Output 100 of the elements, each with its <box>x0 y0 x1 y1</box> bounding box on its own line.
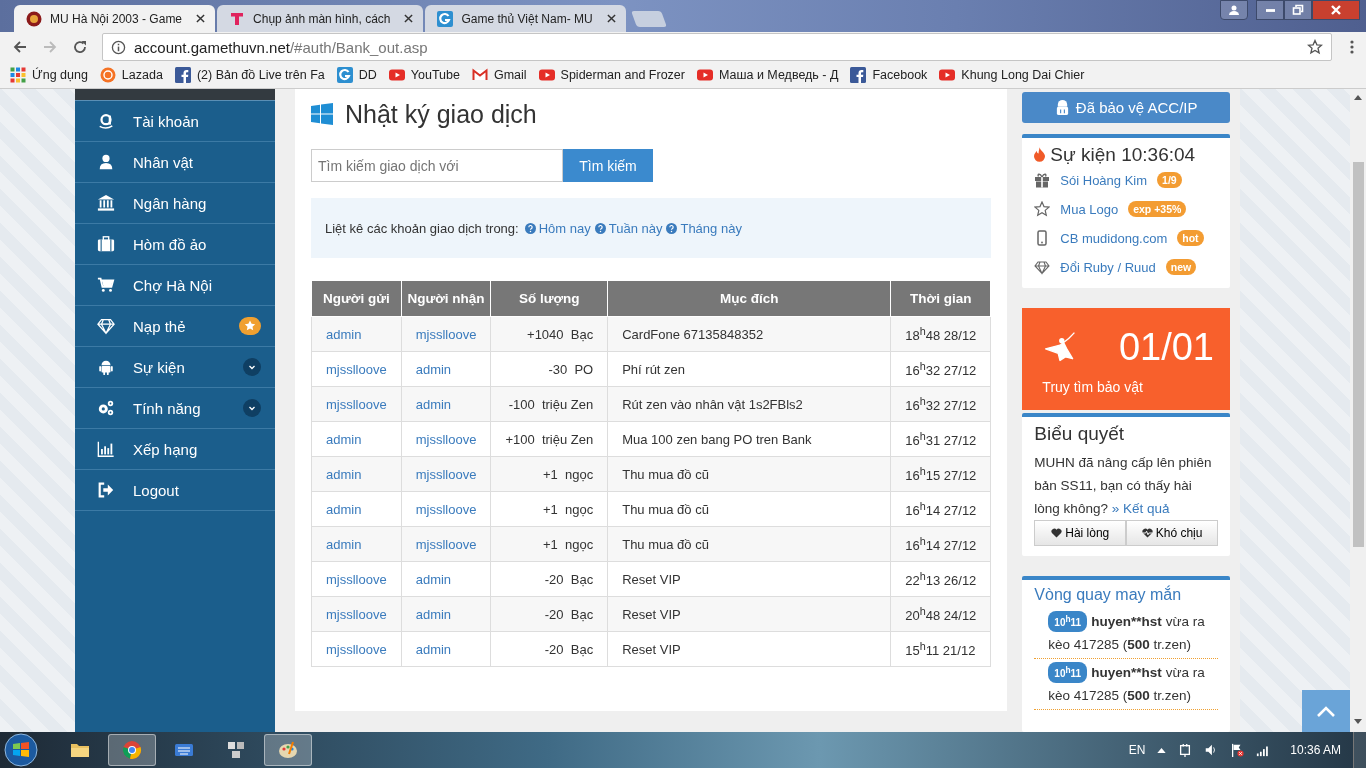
close-icon <box>1330 4 1342 16</box>
address-bar[interactable]: account.gamethuvn.net/#auth/Bank_out.asp <box>102 33 1332 61</box>
language-indicator[interactable]: EN <box>1128 743 1146 757</box>
flag-icon[interactable] <box>1230 743 1245 757</box>
sidebar-item[interactable]: Sự kiện <box>75 347 275 388</box>
table-cell: mjsslloove <box>401 526 491 562</box>
facebook-icon <box>174 67 191 83</box>
period-link[interactable]: Tháng này <box>666 220 742 236</box>
card-title: Vòng quay may mắn <box>1034 586 1183 604</box>
bookmark[interactable]: (2) Bản đồ Live trên Fa <box>174 67 325 83</box>
star-badge-icon <box>239 317 261 335</box>
app-icon <box>226 740 246 760</box>
table-cell: -30 PO <box>490 351 608 387</box>
table-cell: 16$^{h}$32 27/12 <box>890 351 991 387</box>
sidebar-item[interactable]: Nạp thẻ <box>75 306 275 347</box>
search-button[interactable]: Tìm kiếm <box>563 149 653 182</box>
table-cell: mjsslloove <box>311 386 402 422</box>
bookmark[interactable]: DD <box>336 67 377 83</box>
table-cell: Reset VIP <box>607 631 891 667</box>
close-button[interactable] <box>1312 0 1360 20</box>
column-header: Thời gian <box>890 280 991 317</box>
treasure-label: Truy tìm bảo vật <box>1042 378 1144 395</box>
browser-tab[interactable]: Game thủ Việt Nam- MU <box>425 5 626 32</box>
player-name: huyen**hst <box>1091 664 1162 682</box>
start-button[interactable] <box>4 733 38 767</box>
table-cell: -100 triệu Zen <box>490 386 608 422</box>
win-text: vừa ra <box>1165 664 1205 682</box>
bookmark[interactable]: Gmail <box>471 67 527 83</box>
minimize-button[interactable] <box>1256 0 1284 20</box>
up-arrow-icon[interactable] <box>1354 95 1362 100</box>
table-cell: 16$^{h}$14 27/12 <box>890 491 991 527</box>
sidebar-item[interactable]: Chợ Hà Nội <box>75 265 275 306</box>
period-link[interactable]: Hôm nay <box>524 220 591 236</box>
close-icon[interactable] <box>404 14 414 23</box>
star-icon <box>1034 201 1051 218</box>
mail-icon <box>471 67 488 83</box>
down-arrow-icon[interactable] <box>1354 719 1362 724</box>
caret-icon[interactable] <box>1157 747 1167 753</box>
back-icon[interactable] <box>12 39 28 55</box>
table-cell: mjsslloove <box>401 421 491 457</box>
sidebar-item[interactable]: Xếp hạng <box>75 429 275 470</box>
logo-icon <box>229 10 246 27</box>
heart-icon <box>1051 528 1063 538</box>
event-badge: new <box>1165 259 1197 276</box>
table-cell: mjsslloove <box>401 456 491 492</box>
close-icon[interactable] <box>606 14 616 23</box>
browser-tab[interactable]: MU Hà Nội 2003 - Game <box>14 5 216 32</box>
table-cell: +100 triệu Zen <box>490 421 608 457</box>
table-cell: Thu mua đồ cũ <box>607 491 891 527</box>
player-name: huyen**hst <box>1091 613 1162 631</box>
restore-button[interactable] <box>1284 0 1312 20</box>
sidebar-item[interactable]: Ngân hàng <box>75 183 275 224</box>
table-cell: mjsslloove <box>311 596 402 632</box>
help-icon <box>666 222 678 234</box>
gift-icon <box>1034 172 1051 189</box>
sidebar-item[interactable]: Nhân vật <box>75 142 275 183</box>
close-icon[interactable] <box>196 14 206 23</box>
reload-icon[interactable] <box>72 39 88 55</box>
event-link[interactable]: Đổi Ruby / Ruud <box>1060 259 1156 275</box>
bookmark[interactable]: Ứng dụng <box>10 67 88 83</box>
bookmark[interactable]: Spiderman and Frozer <box>538 67 685 83</box>
event-link[interactable]: Sói Hoàng Kim <box>1060 172 1148 188</box>
chevron-down-icon[interactable] <box>243 399 261 417</box>
event-link[interactable]: CB mudidong.com <box>1060 230 1168 246</box>
vote-button[interactable]: Hài lòng <box>1034 520 1127 546</box>
gears-icon <box>97 399 115 417</box>
bookmark[interactable]: Lazada <box>99 67 163 83</box>
play-icon <box>939 67 956 83</box>
profile-button[interactable] <box>1220 0 1248 20</box>
bookmark-star-icon[interactable] <box>1307 39 1323 55</box>
win-result: kèo 417285 (500 tr.zen) <box>1048 636 1191 654</box>
bookmark[interactable]: YouTube <box>388 67 460 83</box>
bookmark[interactable]: Маша и Медведь - Д <box>696 67 839 83</box>
protect-button[interactable]: Đã bảo vệ ACC/IP <box>1022 92 1230 123</box>
bookmark[interactable]: Khung Long Dai Chier <box>939 67 1085 83</box>
power-plug-icon[interactable] <box>1178 743 1193 757</box>
menu-icon[interactable] <box>1350 39 1354 55</box>
results-link[interactable]: » Kết quả <box>1111 501 1170 516</box>
sidebar-item[interactable]: Tính năng <box>75 388 275 429</box>
vote-button[interactable]: Khó chịu <box>1126 520 1218 546</box>
table-cell: 15$^{h}$11 21/12 <box>890 631 991 667</box>
bookmark[interactable]: Facebook <box>850 67 928 83</box>
column-header: Người nhận <box>401 280 491 317</box>
period-link[interactable]: Tuần này <box>594 220 663 236</box>
chevron-up-icon <box>1316 705 1336 717</box>
bar-chart-icon <box>97 440 115 458</box>
sidebar-item[interactable]: Logout <box>75 470 275 511</box>
restore-icon <box>1292 4 1304 16</box>
briefcase-icon <box>97 235 115 253</box>
table-cell: -20 Bạc <box>490 596 608 632</box>
table-cell: admin <box>401 631 491 667</box>
event-link[interactable]: Mua Logo <box>1060 201 1119 217</box>
browser-tab[interactable]: Chụp ảnh màn hình, cách <box>217 5 424 32</box>
sidebar-item[interactable]: Tài khoản <box>75 101 275 142</box>
diamond-icon <box>97 317 115 335</box>
heartbeat-icon <box>1141 528 1153 538</box>
minimize-icon <box>1265 8 1275 12</box>
sidebar-item[interactable]: Hòm đồ ảo <box>75 224 275 265</box>
chevron-down-icon[interactable] <box>243 358 261 376</box>
search-field[interactable]: Tìm kiếm giao dịch với <box>311 149 563 182</box>
